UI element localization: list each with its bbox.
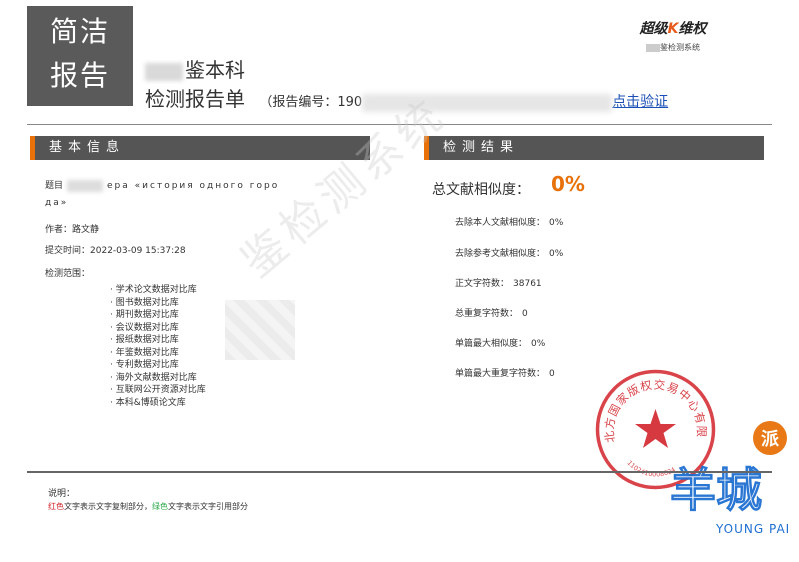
- system-logo: 超级K维权 鉴检测系统: [618, 18, 728, 53]
- title-line2-text: 检测报告单: [145, 87, 245, 111]
- paper-title: 题目 ера «история одного горо: [45, 178, 279, 192]
- stat-label: 单篇最大重复字符数：: [455, 369, 546, 379]
- scope-item: 年鉴数据对比库: [110, 347, 206, 360]
- note-red-desc: 文字表示文字复制部分，: [64, 502, 152, 511]
- scope-item: 学术论文数据对比库: [110, 284, 206, 297]
- stat-label: 总重复字符数：: [455, 309, 519, 319]
- note-red-word: 红色: [48, 502, 64, 511]
- report-type-badge: 简洁 报告: [27, 6, 133, 106]
- logo-tag: 派: [761, 429, 780, 450]
- redacted-block: [646, 43, 660, 52]
- stat-label: 单篇最大相似度：: [455, 339, 528, 349]
- submit-time-value: 2022-03-09 15:37:28: [90, 246, 186, 256]
- note-green-word: 绿色: [152, 502, 168, 511]
- report-number: （报告编号：190 点击验证: [259, 93, 668, 112]
- badge-line1: 简洁: [49, 15, 110, 48]
- mosaic-redaction: [225, 300, 295, 360]
- badge-line2: 报告: [49, 59, 110, 92]
- stat-dup-chars: 总重复字符数： 0: [455, 306, 528, 319]
- notes-title: 说明：: [48, 489, 76, 499]
- stat-value: 0%: [531, 339, 546, 349]
- scope-item: 本科&博硕论文库: [110, 397, 206, 410]
- scope-item: 会议数据对比库: [110, 322, 206, 335]
- stat-label: 去除本人文献相似度：: [455, 218, 546, 228]
- logo-subtitle-text: 鉴检测系统: [660, 43, 700, 52]
- paper-title-label: 题目: [45, 181, 64, 191]
- verify-link[interactable]: 点击验证: [612, 94, 668, 110]
- notes-text: 红色文字表示文字复制部分，绿色文字表示文字引用部分: [48, 501, 248, 512]
- scope-item: 互联网公开资源对比库: [110, 384, 206, 397]
- logo-brand: 超级K维权: [618, 18, 728, 38]
- stat-value: 0%: [549, 218, 564, 228]
- author: 作者：路文静: [45, 222, 99, 235]
- stat-excl-self: 去除本人文献相似度： 0%: [455, 215, 563, 228]
- stat-value: 38761: [513, 279, 542, 289]
- title-line1-text: 鉴本科: [185, 58, 245, 82]
- footer-divider: [27, 471, 772, 473]
- stat-value: 0%: [549, 249, 564, 259]
- scope-label: 检测范围：: [45, 269, 91, 279]
- paper-title-value: ера «история одного горо: [107, 181, 280, 191]
- stat-excl-refs: 去除参考文献相似度： 0%: [455, 246, 563, 259]
- total-similarity-value: 0%: [551, 172, 585, 196]
- report-number-label: （报告编号：190: [259, 95, 363, 110]
- logo-subtitle: 鉴检测系统: [618, 42, 728, 53]
- scope-item: 专利数据对比库: [110, 359, 206, 372]
- paper-title-cont: да»: [45, 198, 69, 208]
- author-label: 作者：: [45, 225, 73, 235]
- stat-value: 0: [549, 369, 555, 379]
- stat-value: 0: [522, 309, 528, 319]
- redacted-block: [67, 179, 104, 192]
- section-results: 检测结果: [424, 136, 764, 160]
- submit-time: 提交时间：2022-03-09 15:37:28: [45, 243, 186, 256]
- redacted-block: [145, 62, 183, 81]
- scope-item: 期刊数据对比库: [110, 309, 206, 322]
- logo-brand-left: 超级: [639, 21, 668, 37]
- scope-list: 学术论文数据对比库 图书数据对比库 期刊数据对比库 会议数据对比库 报纸数据对比…: [110, 284, 206, 409]
- logo-sub-text: YOUNG PAI: [716, 522, 791, 536]
- author-value: 路文静: [72, 225, 100, 235]
- stat-max-single: 单篇最大相似度： 0%: [455, 336, 545, 349]
- stat-label: 去除参考文献相似度：: [455, 249, 546, 259]
- report-title-line1: 鉴本科: [145, 54, 245, 83]
- stat-label: 正文字符数：: [455, 279, 510, 289]
- scope-item: 报纸数据对比库: [110, 334, 206, 347]
- scope-item: 图书数据对比库: [110, 297, 206, 310]
- scope-item: 海外文献数据对比库: [110, 372, 206, 385]
- logo-brand-k: K: [667, 21, 679, 37]
- submit-time-label: 提交时间：: [45, 246, 91, 256]
- total-similarity-label: 总文献相似度：: [432, 182, 530, 198]
- section-basic-info: 基本信息: [30, 136, 370, 160]
- stat-max-dup-chars: 单篇最大重复字符数： 0: [455, 366, 555, 379]
- logo-brand-right: 维权: [678, 21, 707, 37]
- stat-char-count: 正文字符数： 38761: [455, 276, 542, 289]
- note-green-desc: 文字表示文字引用部分: [168, 502, 248, 511]
